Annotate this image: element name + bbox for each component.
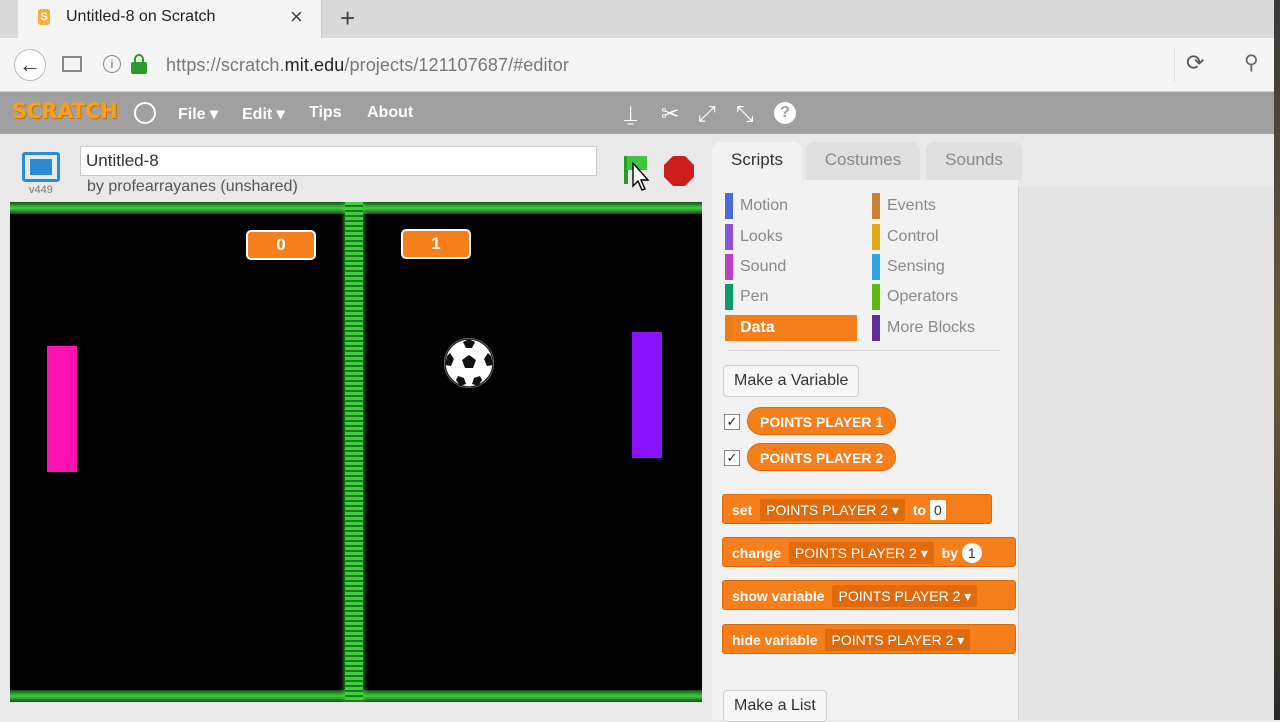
reload-icon[interactable]: ⟳: [1186, 50, 1204, 76]
soccer-ball-sprite[interactable]: [444, 338, 494, 388]
tab-sounds[interactable]: Sounds: [926, 142, 1022, 180]
scratch-favicon-icon: S: [38, 9, 50, 25]
tab-costumes[interactable]: Costumes: [806, 142, 920, 180]
category-pen[interactable]: Pen: [725, 284, 855, 310]
make-list-button[interactable]: Make a List: [723, 690, 827, 722]
language-globe-icon[interactable]: [134, 102, 156, 124]
secure-lock-icon: [131, 54, 147, 74]
close-tab-icon[interactable]: ×: [290, 4, 303, 30]
show-variable-block[interactable]: show variable POINTS PLAYER 2 ▾: [722, 580, 1016, 610]
block-label: show variable: [732, 588, 825, 604]
set-variable-block[interactable]: set POINTS PLAYER 2 ▾ to 0: [722, 494, 992, 524]
address-bar[interactable]: https://scratch.mit.edu/projects/1211076…: [166, 55, 569, 76]
project-byline: by profearrayanes (unshared): [87, 178, 298, 195]
variable-checkbox-2[interactable]: ✓: [724, 450, 740, 466]
file-menu[interactable]: File ▾: [178, 104, 218, 124]
browser-tab-bar: S Untitled-8 on Scratch × +: [0, 0, 1280, 38]
about-menu[interactable]: About: [367, 104, 413, 122]
stage-canvas[interactable]: 0 1: [10, 202, 702, 702]
script-area[interactable]: [1018, 186, 1274, 720]
variable-dropdown[interactable]: POINTS PLAYER 2 ▾: [825, 629, 971, 651]
score-player-2: 1: [401, 229, 471, 259]
make-variable-button[interactable]: Make a Variable: [723, 365, 860, 397]
variable-dropdown[interactable]: POINTS PLAYER 2 ▾: [832, 585, 978, 607]
right-paddle-sprite[interactable]: [632, 332, 662, 458]
search-icon[interactable]: ⚲: [1244, 50, 1259, 75]
project-title-input[interactable]: Untitled-8: [80, 146, 597, 176]
stop-sign-icon[interactable]: [664, 156, 694, 186]
center-net: [345, 202, 363, 702]
grow-icon[interactable]: ⤢: [698, 101, 716, 127]
category-sound[interactable]: Sound: [725, 254, 855, 280]
variable-reporter-2[interactable]: POINTS PLAYER 2: [747, 443, 897, 471]
tips-menu[interactable]: Tips: [309, 104, 342, 122]
category-operators[interactable]: Operators: [872, 284, 1002, 310]
category-events[interactable]: Events: [872, 193, 1002, 219]
help-icon[interactable]: ?: [774, 102, 796, 124]
block-label: change: [732, 545, 782, 561]
variable-reporter-1[interactable]: POINTS PLAYER 1: [747, 407, 897, 435]
url-scheme: https://scratch.: [166, 55, 285, 75]
cut-scissors-icon[interactable]: ✂: [661, 101, 679, 127]
block-label: hide variable: [732, 632, 818, 648]
mouse-cursor-icon: [632, 162, 650, 191]
url-host: mit.edu: [284, 55, 345, 75]
block-label: to: [912, 502, 927, 518]
url-path: /projects/121107687/#editor: [344, 55, 569, 75]
category-looks[interactable]: Looks: [725, 224, 855, 250]
change-variable-block[interactable]: change POINTS PLAYER 2 ▾ by 1: [722, 537, 1016, 567]
variable-dropdown[interactable]: POINTS PLAYER 2 ▾: [788, 542, 934, 564]
window-edge: [1274, 0, 1280, 720]
score-player-1: 0: [246, 230, 316, 260]
browser-tab[interactable]: S Untitled-8 on Scratch ×: [18, 0, 322, 38]
category-motion[interactable]: Motion: [725, 193, 855, 219]
edit-menu[interactable]: Edit ▾: [242, 104, 285, 124]
category-control[interactable]: Control: [872, 224, 1002, 250]
presentation-mode-icon[interactable]: [22, 152, 60, 182]
version-label: v449: [29, 184, 53, 196]
value-input[interactable]: 1: [961, 543, 982, 563]
variable-dropdown[interactable]: POINTS PLAYER 2 ▾: [760, 499, 905, 521]
browser-nav-bar: ← i https://scratch.mit.edu/projects/121…: [0, 38, 1280, 92]
category-more-blocks[interactable]: More Blocks: [872, 315, 1002, 341]
shrink-icon[interactable]: ⤡: [736, 101, 754, 127]
category-sensing[interactable]: Sensing: [872, 254, 1002, 280]
site-info-icon[interactable]: i: [103, 55, 121, 73]
palette-divider: [728, 350, 1000, 351]
reader-view-icon[interactable]: [62, 56, 82, 72]
stage-header: v449 Untitled-8 by profearrayanes (unsha…: [8, 142, 704, 202]
back-button[interactable]: ←: [14, 49, 46, 81]
tab-scripts[interactable]: Scripts: [712, 142, 802, 180]
scratch-menu-bar: SCRATCH File ▾ Edit ▾ Tips About ⍊ ✂ ⤢ ⤡…: [0, 92, 1274, 134]
browser-tab-title: Untitled-8 on Scratch: [66, 8, 216, 25]
hide-variable-block[interactable]: hide variable POINTS PLAYER 2 ▾: [722, 624, 1016, 654]
address-bar-divider: [1174, 48, 1175, 82]
block-label: by: [941, 545, 958, 561]
left-paddle-sprite[interactable]: [47, 346, 77, 472]
duplicate-stamp-icon[interactable]: ⍊: [624, 101, 637, 127]
variable-checkbox-1[interactable]: ✓: [724, 414, 740, 430]
value-input[interactable]: 0: [929, 500, 946, 520]
block-label: set: [732, 502, 753, 518]
new-tab-icon[interactable]: +: [340, 3, 355, 34]
scratch-logo[interactable]: SCRATCH: [12, 99, 118, 123]
category-data[interactable]: Data: [725, 315, 857, 341]
